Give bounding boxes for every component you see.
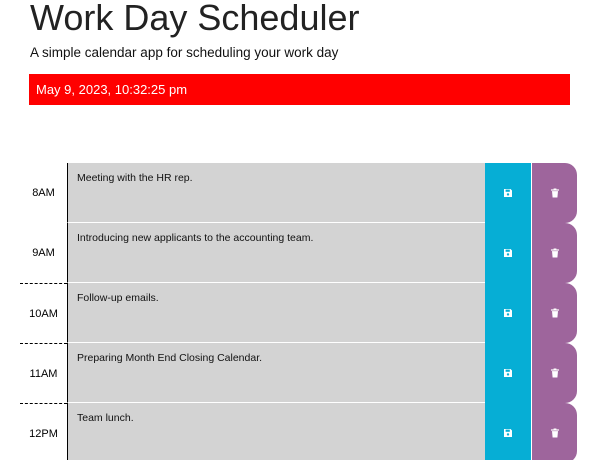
trash-icon xyxy=(550,368,560,378)
trash-icon xyxy=(550,308,560,318)
hour-label: 10AM xyxy=(20,283,67,343)
time-block-row: 8AM Meeting with the HR rep. xyxy=(20,163,580,223)
save-button[interactable] xyxy=(485,403,531,460)
floppy-disk-icon xyxy=(503,248,513,258)
save-button[interactable] xyxy=(485,343,531,403)
time-block-row: 9AM Introducing new applicants to the acc… xyxy=(20,223,580,283)
event-description-field[interactable]: Follow-up emails. xyxy=(67,283,485,343)
floppy-disk-icon xyxy=(503,368,513,378)
current-date-display: May 9, 2023, 10:32:25 pm xyxy=(29,74,570,105)
time-block-row: 12PM Team lunch. xyxy=(20,403,580,460)
trash-icon xyxy=(550,428,560,438)
event-description-field[interactable]: Team lunch. xyxy=(67,403,485,460)
floppy-disk-icon xyxy=(503,188,513,198)
delete-button[interactable] xyxy=(531,343,577,403)
trash-icon xyxy=(550,188,560,198)
time-block-list: 8AM Meeting with the HR rep. 9AM Introducin… xyxy=(20,163,580,460)
time-block-row: 11AM Preparing Month End Closing Calendar… xyxy=(20,343,580,403)
hour-label: 8AM xyxy=(32,187,55,199)
delete-button[interactable] xyxy=(531,283,577,343)
page-subtitle: A simple calendar app for scheduling you… xyxy=(30,45,339,60)
page-title: Work Day Scheduler xyxy=(30,0,360,38)
save-button[interactable] xyxy=(485,223,531,283)
trash-icon xyxy=(550,248,560,258)
hour-label: 12PM xyxy=(20,403,67,460)
event-description-field[interactable]: Introducing new applicants to the accoun… xyxy=(67,223,485,283)
delete-button[interactable] xyxy=(531,403,577,460)
save-button[interactable] xyxy=(485,283,531,343)
save-button[interactable] xyxy=(485,163,531,223)
delete-button[interactable] xyxy=(531,163,577,223)
time-block-row: 10AM Follow-up emails. xyxy=(20,283,580,343)
floppy-disk-icon xyxy=(503,428,513,438)
delete-button[interactable] xyxy=(531,223,577,283)
hour-label: 11AM xyxy=(20,343,67,403)
event-description-field[interactable]: Preparing Month End Closing Calendar. xyxy=(67,343,485,403)
floppy-disk-icon xyxy=(503,308,513,318)
event-description-field[interactable]: Meeting with the HR rep. xyxy=(67,163,485,223)
hour-label: 9AM xyxy=(32,247,55,259)
scheduler-page: Work Day Scheduler A simple calendar app… xyxy=(0,0,600,460)
